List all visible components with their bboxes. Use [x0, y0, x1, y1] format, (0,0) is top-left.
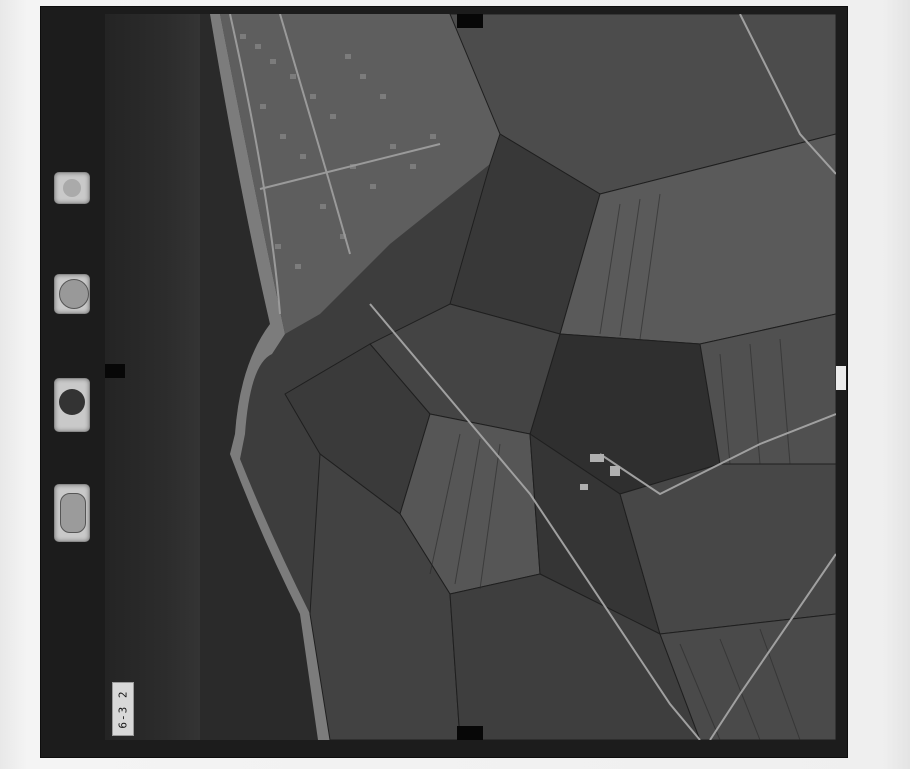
- altimeter-icon: [54, 172, 90, 204]
- level-bubble-icon: [54, 378, 90, 432]
- aerial-photo: [200, 14, 836, 740]
- fiducial-bottom: [457, 726, 483, 740]
- frame-number-text: 6-3 2: [116, 689, 130, 729]
- fiducial-left: [105, 364, 125, 378]
- frame-number-label: 6-3 2: [112, 682, 134, 736]
- counter-dial-icon: [54, 484, 90, 542]
- clock-icon: [54, 274, 90, 314]
- fiducial-top: [457, 14, 483, 28]
- fiducial-right: [836, 366, 846, 390]
